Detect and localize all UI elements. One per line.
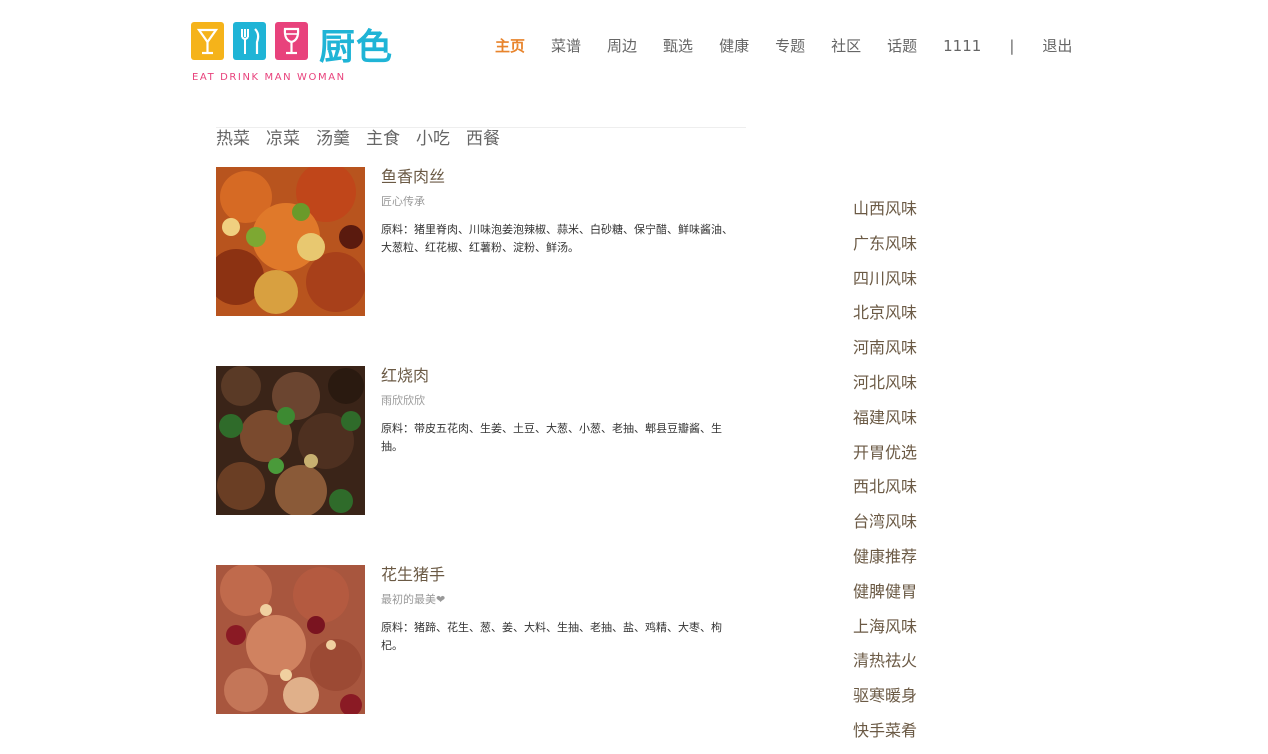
flavor-link[interactable]: 河南风味: [853, 336, 973, 360]
nav-item-home[interactable]: 主页: [482, 36, 538, 58]
category-tab-soups[interactable]: 汤羹: [316, 128, 350, 152]
flavor-link[interactable]: 开胃优选: [853, 441, 973, 465]
recipe-author: 匠心传承: [381, 195, 425, 208]
flavor-link[interactable]: 河北风味: [853, 371, 973, 395]
nav-item-recipes[interactable]: 菜谱: [538, 36, 594, 58]
list-item: 广东风味: [853, 232, 973, 267]
flavor-link[interactable]: 快手菜肴: [853, 719, 973, 743]
recipe-ingredients: 原料：猪里脊肉、川味泡姜泡辣椒、蒜米、白砂糖、保宁醋、鲜味酱油、大葱粒、红花椒、…: [381, 223, 733, 254]
list-item: 台湾风味: [853, 510, 973, 545]
flavor-link[interactable]: 台湾风味: [853, 510, 973, 534]
flavor-link[interactable]: 上海风味: [853, 615, 973, 639]
brand-slogan: EAT DRINK MAN WOMAN: [192, 72, 346, 83]
nav-item-health[interactable]: 健康: [706, 36, 762, 58]
list-item: 上海风味: [853, 615, 973, 650]
cocktail-glass-icon: [191, 22, 224, 60]
flavor-link[interactable]: 西北风味: [853, 475, 973, 499]
fork-knife-icon: [233, 22, 266, 60]
flavor-list: 山西风味 广东风味 四川风味 北京风味 河南风味 河北风味 福建风味 开胃优选 …: [853, 197, 973, 754]
flavor-link[interactable]: 广东风味: [853, 232, 973, 256]
recipe-image[interactable]: [216, 366, 365, 515]
category-tab-hot-dishes[interactable]: 热菜: [216, 128, 250, 152]
recipe-ingredients: 原料：猪蹄、花生、葱、姜、大料、生抽、老抽、盐、鸡精、大枣、枸杞。: [381, 621, 722, 652]
flavor-link[interactable]: 山西风味: [853, 197, 973, 221]
recipe-title[interactable]: 红烧肉: [381, 366, 429, 386]
nav-item-nearby[interactable]: 周边: [594, 36, 650, 58]
category-tab-cold-dishes[interactable]: 凉菜: [266, 128, 300, 152]
flavor-link[interactable]: 健脾健胃: [853, 580, 973, 604]
recipe-title[interactable]: 花生猪手: [381, 565, 445, 585]
wine-glass-icon: [275, 22, 308, 60]
list-item: 西北风味: [853, 475, 973, 510]
category-tab-western[interactable]: 西餐: [466, 128, 500, 152]
recipe-author: 雨欣欣欣: [381, 394, 425, 407]
logout-link[interactable]: 退出: [1029, 36, 1085, 58]
recipe-image[interactable]: [216, 167, 365, 316]
nav-item-community[interactable]: 社区: [818, 36, 874, 58]
list-item: 北京风味: [853, 301, 973, 336]
nav-item-selection[interactable]: 甄选: [650, 36, 706, 58]
brand-name: 厨色: [319, 27, 394, 68]
main-nav: 主页 菜谱 周边 甄选 健康 专题 社区 话题 1111 | 退出: [482, 36, 1085, 58]
nav-item-topics[interactable]: 专题: [762, 36, 818, 58]
list-item: 快手菜肴: [853, 719, 973, 754]
category-tab-snacks[interactable]: 小吃: [416, 128, 450, 152]
list-item: 清热祛火: [853, 649, 973, 684]
nav-separator: |: [1009, 37, 1015, 55]
flavor-link[interactable]: 驱寒暖身: [853, 684, 973, 708]
site-logo[interactable]: 厨色 EAT DRINK MAN WOMAN: [191, 20, 406, 86]
recipe-card: 红烧肉 雨欣欣欣 原料：带皮五花肉、生姜、土豆、大葱、小葱、老抽、郫县豆瓣酱、生…: [216, 366, 746, 516]
list-item: 四川风味: [853, 267, 973, 302]
flavor-link[interactable]: 福建风味: [853, 406, 973, 430]
recipe-author: 最初的最美❤: [381, 593, 446, 606]
list-item: 河北风味: [853, 371, 973, 406]
list-item: 山西风味: [853, 197, 973, 232]
list-item: 健脾健胃: [853, 580, 973, 615]
category-tab-staples[interactable]: 主食: [366, 128, 400, 152]
flavor-link[interactable]: 北京风味: [853, 301, 973, 325]
nav-item-username[interactable]: 1111: [930, 36, 994, 58]
flavor-link[interactable]: 清热祛火: [853, 649, 973, 673]
list-item: 健康推荐: [853, 545, 973, 580]
flavor-link[interactable]: 四川风味: [853, 267, 973, 291]
list-item: 开胃优选: [853, 441, 973, 476]
flavor-link[interactable]: 健康推荐: [853, 545, 973, 569]
recipe-image[interactable]: [216, 565, 365, 714]
recipe-title[interactable]: 鱼香肉丝: [381, 167, 445, 187]
list-item: 驱寒暖身: [853, 684, 973, 719]
nav-item-discussion[interactable]: 话题: [874, 36, 930, 58]
category-tabs: 热菜 凉菜 汤羹 主食 小吃 西餐: [216, 127, 746, 152]
recipe-card: 鱼香肉丝 匠心传承 原料：猪里脊肉、川味泡姜泡辣椒、蒜米、白砂糖、保宁醋、鲜味酱…: [216, 167, 746, 317]
recipe-card: 花生猪手 最初的最美❤ 原料：猪蹄、花生、葱、姜、大料、生抽、老抽、盐、鸡精、大…: [216, 565, 746, 715]
recipe-ingredients: 原料：带皮五花肉、生姜、土豆、大葱、小葱、老抽、郫县豆瓣酱、生抽。: [381, 422, 722, 453]
list-item: 河南风味: [853, 336, 973, 371]
list-item: 福建风味: [853, 406, 973, 441]
